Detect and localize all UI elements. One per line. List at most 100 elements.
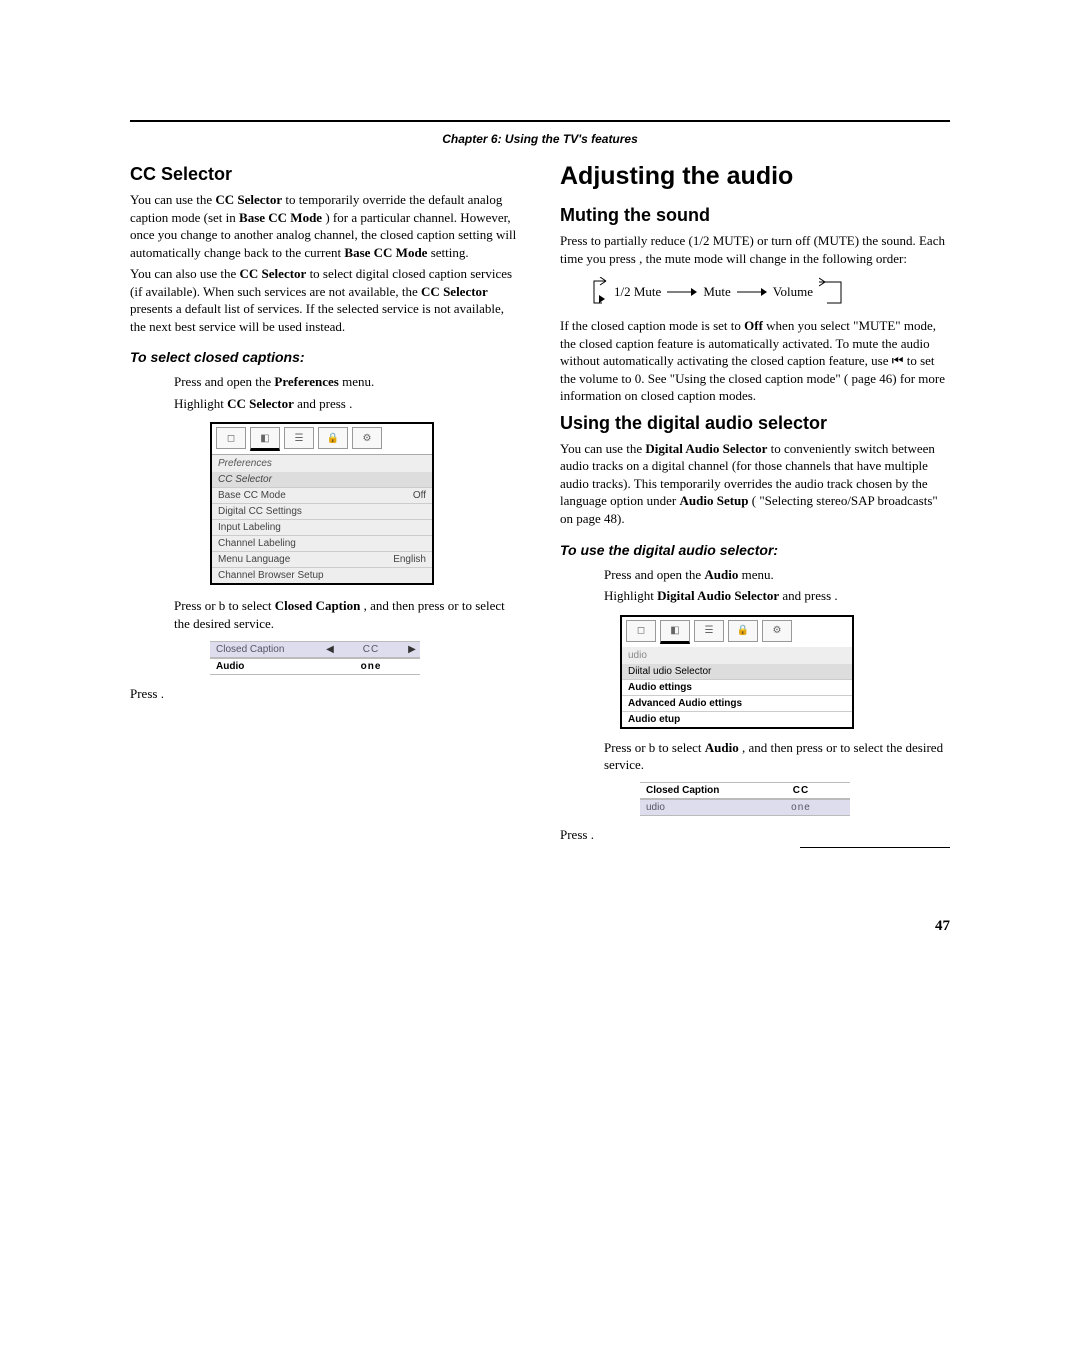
right-column: Adjusting the audio Muting the sound Pre… — [560, 156, 950, 847]
text: or b to select — [205, 598, 275, 613]
figure-row-label: Channel Browser Setup — [218, 570, 324, 581]
figure-bar-row: Closed Caption CC — [640, 782, 850, 799]
figure-mute-flow: 1/2 Mute Mute Volume — [590, 277, 950, 307]
muting-sound-heading: Muting the sound — [560, 205, 950, 226]
figure-preferences-menu: ◻ ◧ ☰ 🔒 ⚙ Preferences CC Selector Base C… — [210, 422, 434, 585]
figure-row-label: Menu Language — [218, 554, 290, 565]
text: . — [591, 827, 594, 842]
text-bold: Base CC Mode — [344, 245, 427, 260]
text-bold: Preferences — [274, 374, 338, 389]
text: . — [834, 588, 837, 603]
figure-tabs: ◻ ◧ ☰ 🔒 ⚙ — [212, 424, 432, 454]
text: and open the — [205, 374, 275, 389]
figure-title: udio — [622, 647, 852, 664]
text: You can use the — [560, 441, 645, 456]
chapter-header: Chapter 6: Using the TV's features — [130, 128, 950, 156]
text-bold: Off — [744, 318, 763, 333]
text: presents a default list of services. If … — [130, 301, 504, 334]
text-bold: CC Selector — [227, 396, 294, 411]
cc-selector-p1: You can use the CC Selector to temporari… — [130, 191, 520, 261]
loop-right-icon — [819, 277, 849, 307]
cc-selector-heading: CC Selector — [130, 164, 520, 185]
to-use-das-heading: To use the digital audio selector: — [560, 542, 950, 558]
tab-icon: 🔒 — [728, 620, 758, 642]
das-step-2: Highlight Digital Audio Selector and pre… — [560, 587, 950, 605]
tab-icon: ◧ — [660, 620, 690, 644]
figure-bar-label: Closed Caption — [210, 642, 322, 657]
mute-p1: Press to partially reduce (1/2 MUTE) or … — [560, 232, 950, 267]
figure-bar-label: Closed Caption — [640, 783, 752, 798]
figure-row: Input Labeling — [212, 519, 432, 535]
figure-bar-row-selected: udio one — [640, 799, 850, 816]
text: ( — [752, 493, 756, 508]
figure-highlighted-row: Diital udio Selector — [622, 664, 852, 679]
tab-icon: ⚙ — [762, 620, 792, 642]
figure-tabs: ◻ ◧ ☰ 🔒 ⚙ — [622, 617, 852, 647]
text: You can also use the — [130, 266, 240, 281]
tab-icon: ☰ — [694, 620, 724, 642]
das-p1: You can use the Digital Audio Selector t… — [560, 440, 950, 528]
text: Press — [174, 374, 205, 389]
figure-bar-row-selected: Closed Caption ◀ CC ▶ — [210, 641, 420, 658]
text: Press — [560, 233, 591, 248]
text-bold: CC Selector — [421, 284, 488, 299]
flow-node: Volume — [767, 284, 819, 300]
figure-cc-audio-bar: Closed Caption ◀ CC ▶ Audio one — [210, 641, 420, 675]
mute-p2: If the closed caption mode is set to Off… — [560, 317, 950, 405]
figure-bar-label: Audio — [210, 659, 322, 674]
page-number: 47 — [130, 918, 950, 935]
figure-row: Base CC Mode Off — [212, 487, 432, 503]
figure-row-label: Digital CC Settings — [218, 506, 302, 517]
flow-node: Mute — [697, 284, 736, 300]
text: and press — [297, 396, 349, 411]
figure-row-value: Off — [413, 490, 426, 501]
text-bold: Digital Audio Selector — [657, 588, 779, 603]
text-bold: Audio Setup — [680, 493, 749, 508]
text-bold: Closed Caption — [275, 598, 361, 613]
digital-audio-selector-heading: Using the digital audio selector — [560, 413, 950, 434]
left-column: CC Selector You can use the CC Selector … — [130, 156, 520, 847]
cc-selector-p2: You can also use the CC Selector to sele… — [130, 265, 520, 335]
figure-bar-value: CC — [768, 785, 834, 796]
text-bold: Digital Audio Selector — [645, 441, 767, 456]
text: Press — [174, 598, 205, 613]
left-arrow-icon: ◀ — [322, 644, 338, 655]
to-select-closed-captions-heading: To select closed captions: — [130, 349, 520, 365]
figure-bar-value: CC — [338, 644, 404, 655]
figure-row: Channel Labeling — [212, 535, 432, 551]
figure-row-value: English — [393, 554, 426, 565]
text: menu. — [742, 567, 774, 582]
text-bold: Base CC Mode — [239, 210, 322, 225]
text-bold: Audio — [704, 567, 738, 582]
step-4: Press . — [130, 685, 520, 703]
text: Press — [560, 827, 591, 842]
loop-left-icon — [590, 277, 608, 307]
text: . — [161, 686, 164, 701]
arrow-right-icon — [737, 287, 767, 297]
rewind-icon: ⏮ — [892, 353, 904, 368]
figure-title: Preferences — [212, 454, 432, 472]
figure-row: Audio etup — [622, 711, 852, 727]
tab-icon: 🔒 — [318, 427, 348, 449]
text: Highlight — [604, 588, 657, 603]
figure-row: Advanced Audio ettings — [622, 695, 852, 711]
text: or — [826, 740, 840, 755]
figure-cc-audio-bar-2: Closed Caption CC udio one — [640, 782, 850, 816]
text: Press — [604, 740, 635, 755]
das-step-3: Press or b to select Audio , and then pr… — [560, 739, 950, 774]
tab-icon: ◻ — [216, 427, 246, 449]
tab-icon: ◻ — [626, 620, 656, 642]
figure-highlighted-row: CC Selector — [212, 472, 432, 487]
right-arrow-icon: ▶ — [404, 644, 420, 655]
step-3: Press or b to select Closed Caption , an… — [130, 597, 520, 632]
figure-row-label: Channel Labeling — [218, 538, 296, 549]
text: . — [349, 396, 352, 411]
figure-bar-row: Audio one — [210, 658, 420, 675]
text: and press — [782, 588, 834, 603]
page: Chapter 6: Using the TV's features CC Se… — [130, 120, 950, 935]
text: and open the — [635, 567, 705, 582]
footer-rule — [800, 847, 950, 848]
text: Highlight — [174, 396, 227, 411]
figure-row: Channel Browser Setup — [212, 567, 432, 583]
figure-audio-menu: ◻ ◧ ☰ 🔒 ⚙ udio Diital udio Selector Audi… — [620, 615, 854, 729]
